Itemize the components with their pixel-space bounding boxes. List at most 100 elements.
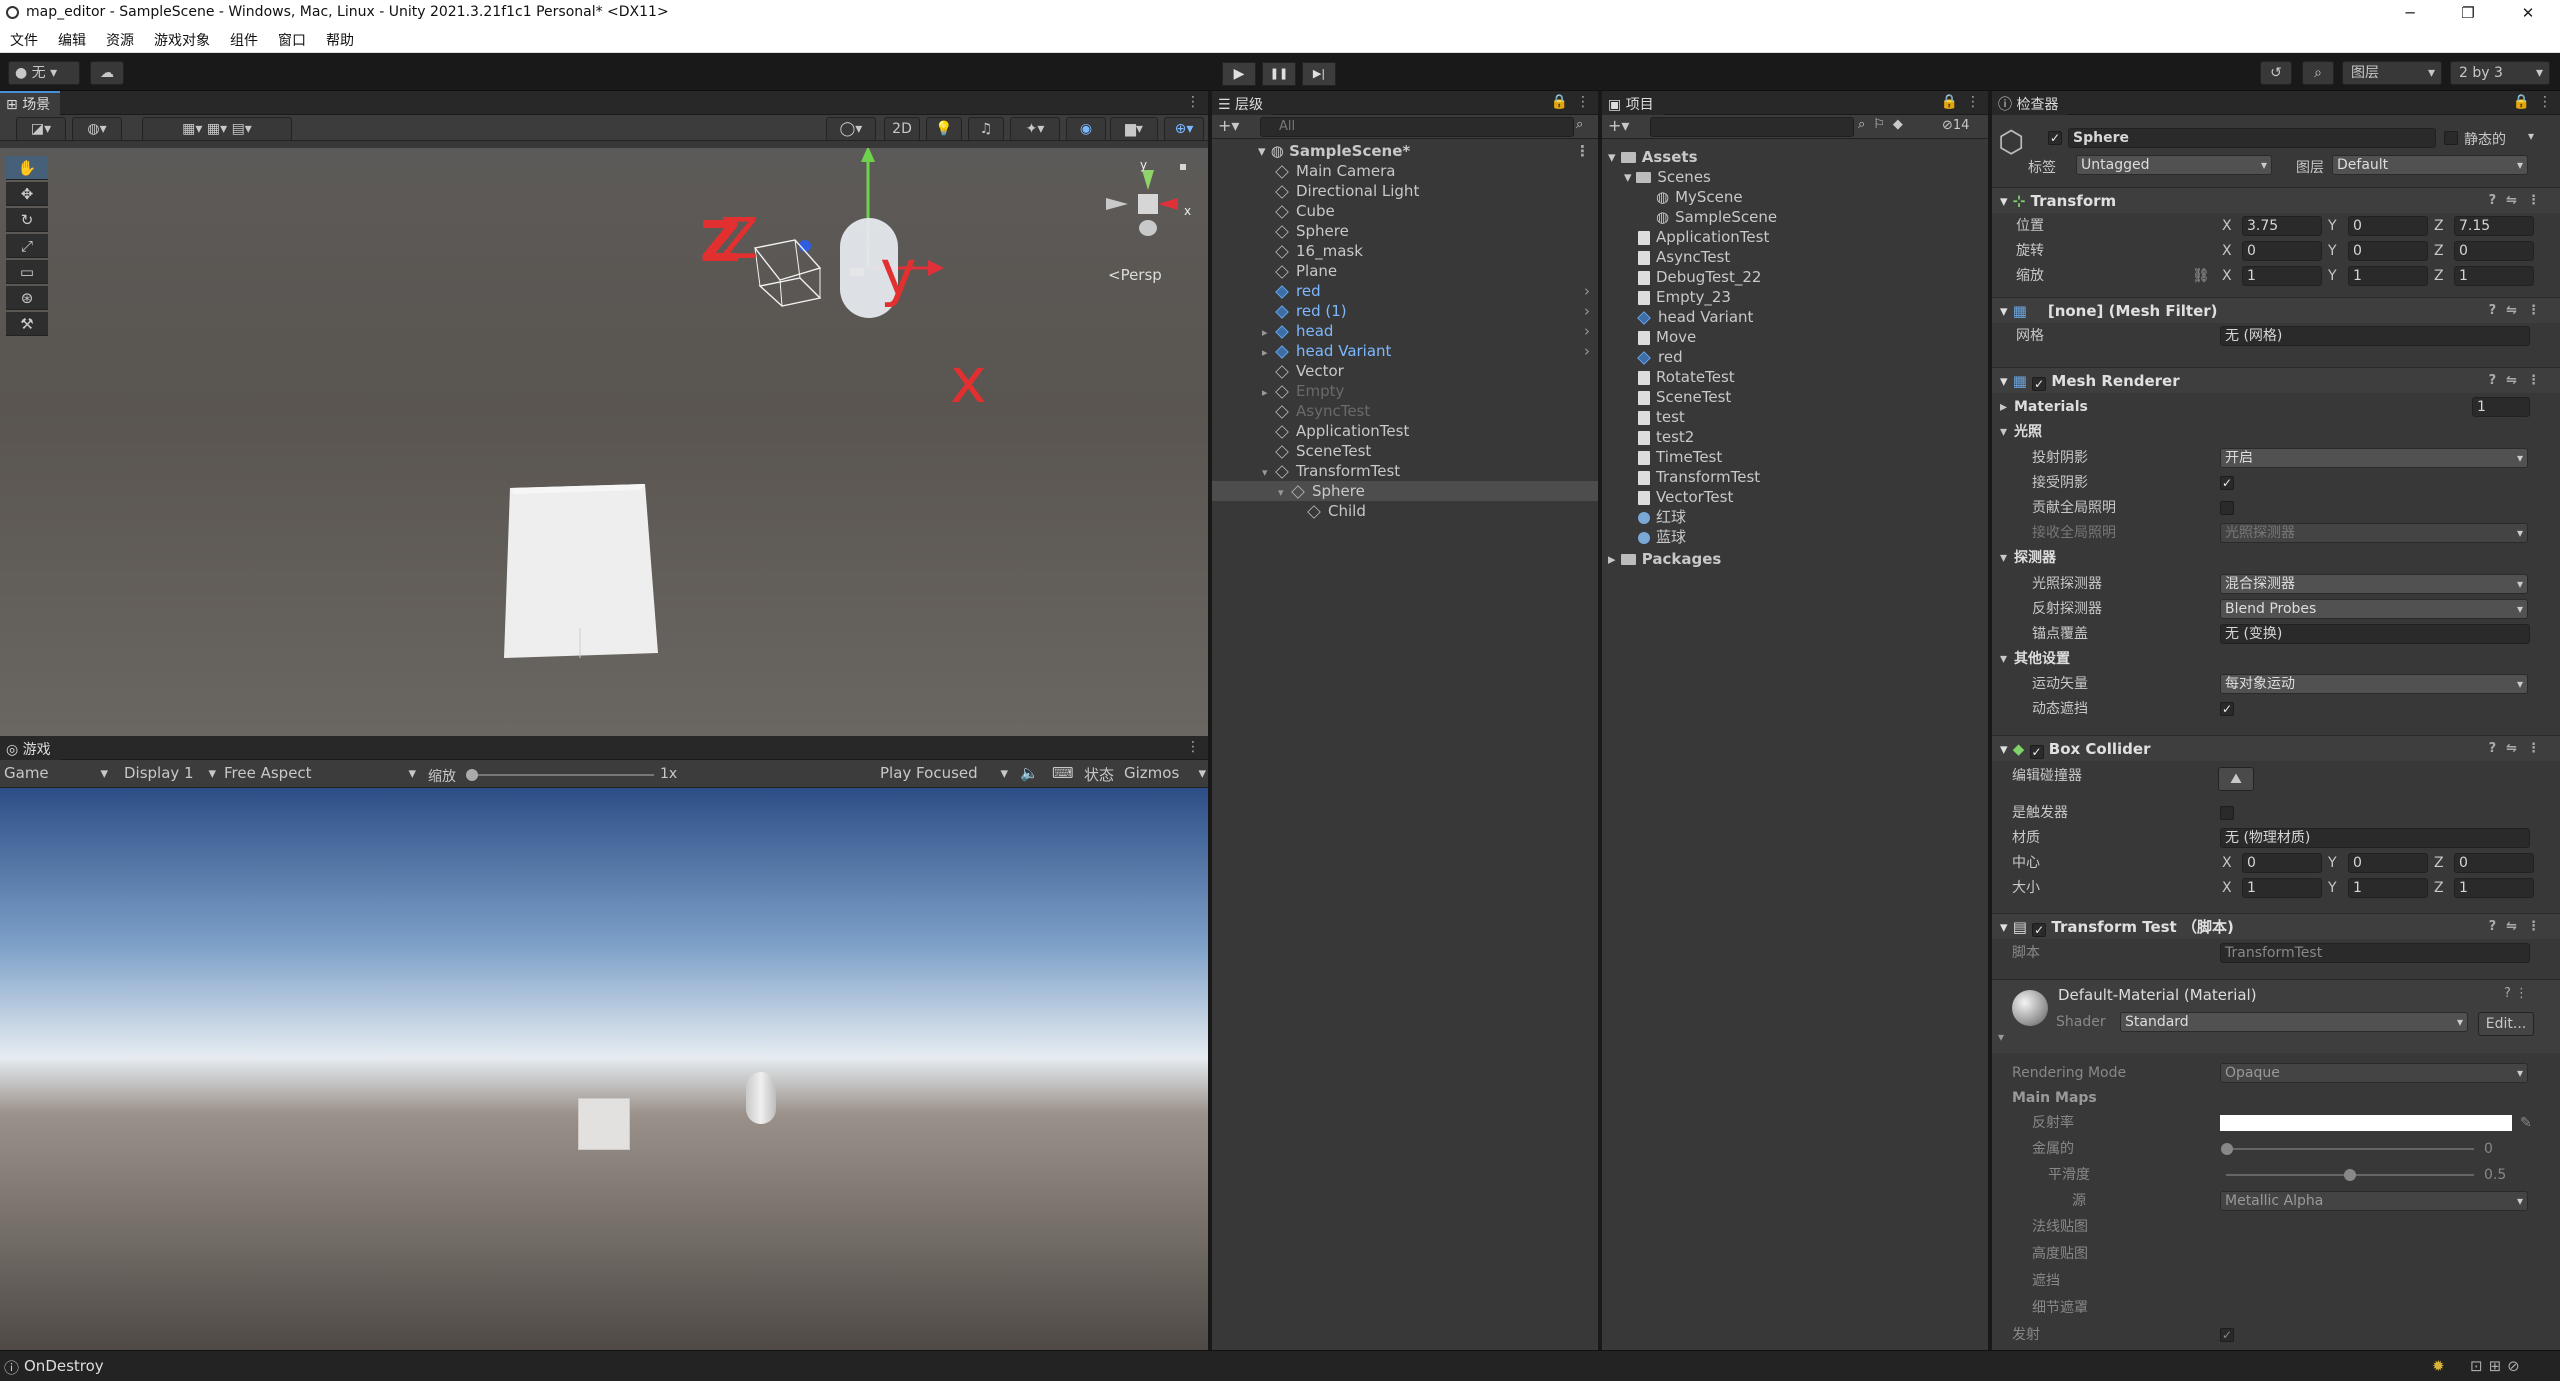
hand-tool-icon[interactable]: ✋ xyxy=(6,156,48,180)
hierarchy-item[interactable]: Directional Light xyxy=(1212,181,1598,201)
asset-item[interactable]: head Variant xyxy=(1637,307,1753,327)
mute-audio-icon[interactable]: 🔈 xyxy=(1020,764,1039,782)
is-trigger-checkbox[interactable] xyxy=(2220,806,2234,820)
effects-icon[interactable]: ✦▾ xyxy=(1010,117,1060,141)
account-dropdown[interactable]: ● 无 ▾ xyxy=(8,61,80,85)
asset-item[interactable]: Move xyxy=(1638,327,1696,347)
play-focus-dropdown[interactable]: Play Focused ▾ xyxy=(880,764,1008,782)
hierarchy-lock-icon[interactable]: 🔒 xyxy=(1551,94,1568,110)
asset-item[interactable]: TimeTest xyxy=(1638,447,1722,467)
albedo-color-swatch[interactable] xyxy=(2220,1115,2512,1131)
hierarchy-item[interactable]: Sphere xyxy=(1212,221,1598,241)
cloud-icon[interactable]: ☁ xyxy=(90,61,124,85)
rect-tool-icon[interactable]: ▭ xyxy=(6,260,48,284)
display-dropdown[interactable]: Display 1 ▾ xyxy=(124,764,216,782)
rotation-x-field[interactable]: 0 xyxy=(2242,241,2322,261)
menu-gameobject[interactable]: 游戏对象 xyxy=(144,26,220,50)
hierarchy-item[interactable]: ApplicationTest xyxy=(1212,421,1598,441)
smoothness-slider[interactable] xyxy=(2226,1169,2474,1181)
center-x-field[interactable]: 0 xyxy=(2242,853,2322,873)
box-collider-header[interactable]: ▾ ◆ ✓ Box Collider ?⇋⋮ xyxy=(1992,735,2560,761)
shading-icon[interactable]: ◯▾ xyxy=(826,117,876,141)
pause-button[interactable]: ❚❚ xyxy=(1262,62,1296,86)
emission-checkbox[interactable]: ✓ xyxy=(2220,1328,2234,1342)
gizmos-dropdown[interactable]: Gizmos ▾ xyxy=(1124,764,1206,782)
cast-shadows-dropdown[interactable]: 开启 xyxy=(2220,448,2528,468)
stats-button[interactable]: 状态 xyxy=(1084,764,1114,785)
normal-map-row[interactable]: 法线贴图 xyxy=(1992,1216,2560,1238)
shader-dropdown[interactable]: Standard xyxy=(2120,1012,2468,1032)
source-dropdown[interactable]: Metallic Alpha xyxy=(2220,1191,2528,1211)
project-menu-icon[interactable]: ⋮ xyxy=(1966,94,1980,110)
tab-scene[interactable]: ⊞ 场景 xyxy=(0,91,61,115)
asset-item[interactable]: Empty_23 xyxy=(1638,287,1731,307)
height-map-row[interactable]: 高度贴图 xyxy=(1992,1243,2560,1265)
dynamic-occlusion-checkbox[interactable]: ✓ xyxy=(2220,702,2234,716)
hierarchy-item[interactable]: red (1) › xyxy=(1212,301,1598,321)
status-message[interactable]: OnDestroy xyxy=(24,1357,104,1375)
active-checkbox[interactable]: ✓ xyxy=(2048,131,2062,145)
asset-item[interactable]: red xyxy=(1637,347,1683,367)
gizmos-icon[interactable]: ⊕▾ xyxy=(1164,117,1204,141)
asset-item[interactable]: 红球 xyxy=(1638,507,1686,527)
asset-item[interactable]: TransformTest xyxy=(1638,467,1760,487)
eyedropper-icon[interactable]: ✎ xyxy=(2520,1112,2532,1134)
size-z-field[interactable]: 1 xyxy=(2454,878,2534,898)
keyboard-icon[interactable]: ⌨ xyxy=(1052,764,1074,782)
hierarchy-menu-icon[interactable]: ⋮ xyxy=(1576,94,1590,110)
scene-menu-icon[interactable]: ⋮ xyxy=(1186,94,1200,110)
hierarchy-item[interactable]: AsyncTest xyxy=(1212,401,1598,421)
rendering-mode-dropdown[interactable]: Opaque xyxy=(2220,1063,2528,1083)
layer-dropdown[interactable]: Default xyxy=(2332,155,2528,175)
metallic-value[interactable]: 0 xyxy=(2484,1138,2493,1160)
projection-label[interactable]: <Persp xyxy=(1108,266,1162,284)
scene-asset[interactable]: ◍ SampleScene xyxy=(1656,207,1777,227)
smoothness-value[interactable]: 0.5 xyxy=(2484,1164,2506,1186)
position-x-field[interactable]: 3.75 xyxy=(2242,216,2322,236)
hierarchy-add-button[interactable]: +▾ xyxy=(1218,116,1239,135)
open-prefab-icon[interactable]: › xyxy=(1584,341,1590,361)
static-dropdown-icon[interactable]: ▾ xyxy=(2528,129,2534,143)
transform-header[interactable]: ▾ ⊹ Transform ?⇋⋮ xyxy=(1992,187,2560,213)
script-enabled-checkbox[interactable]: ✓ xyxy=(2032,923,2047,937)
asset-item[interactable]: test2 xyxy=(1638,427,1694,447)
play-button[interactable]: ▶ xyxy=(1222,62,1256,86)
game-menu-icon[interactable]: ⋮ xyxy=(1186,739,1200,755)
project-search-input[interactable] xyxy=(1650,117,1854,137)
lighting-icon[interactable]: 💡 xyxy=(926,117,962,141)
collider-material-field[interactable]: 无 (物理材质) xyxy=(2220,828,2530,848)
visibility-icon[interactable]: ◉ xyxy=(1066,117,1106,141)
tab-project[interactable]: ▣ 项目 xyxy=(1602,91,1664,115)
layers-dropdown[interactable]: 图层 ▾ xyxy=(2342,61,2442,85)
constrain-proportions-icon[interactable]: ⛓ xyxy=(2192,265,2210,287)
material-menu-icons[interactable]: ? ⋮ xyxy=(2504,986,2528,1001)
toggle-2d-button[interactable]: 2D xyxy=(884,117,920,141)
grid-snap-icon[interactable]: ▦▾ ▦▾ ▤▾ xyxy=(142,117,292,141)
receive-shadows-checkbox[interactable]: ✓ xyxy=(2220,476,2234,490)
mesh-renderer-enabled-checkbox[interactable]: ✓ xyxy=(2032,377,2047,391)
box-collider-enabled-checkbox[interactable]: ✓ xyxy=(2029,745,2044,759)
lighting-status-icon[interactable]: ✹ xyxy=(2432,1357,2445,1375)
other-settings-section[interactable]: ▾ 其他设置 xyxy=(1992,648,2560,670)
aspect-dropdown[interactable]: Free Aspect ▾ xyxy=(224,764,416,782)
materials-count[interactable]: 1 xyxy=(2472,397,2530,417)
reflection-probes-dropdown[interactable]: Blend Probes xyxy=(2220,599,2528,619)
occlusion-row[interactable]: 遮挡 xyxy=(1992,1270,2560,1292)
edit-collider-button[interactable]: ⛰ xyxy=(2218,767,2254,791)
rotation-z-field[interactable]: 0 xyxy=(2454,241,2534,261)
asset-item[interactable]: 蓝球 xyxy=(1638,527,1686,547)
layout-dropdown[interactable]: 2 by 3 ▾ xyxy=(2450,61,2550,85)
orientation-gizmo[interactable] xyxy=(1098,154,1198,254)
lighting-section[interactable]: ▾ 光照 xyxy=(1992,421,2560,443)
hierarchy-item[interactable]: Main Camera xyxy=(1212,161,1598,181)
inspector-lock-icon[interactable]: 🔒 xyxy=(2513,94,2530,110)
assets-folder[interactable]: ▾ Assets xyxy=(1608,147,1698,167)
hierarchy-item[interactable]: SceneTest xyxy=(1212,441,1598,461)
menu-window[interactable]: 窗口 xyxy=(268,26,316,50)
mesh-renderer-header[interactable]: ▾ ▦ ✓ Mesh Renderer ?⇋⋮ xyxy=(1992,367,2560,393)
material-header[interactable]: Default-Material (Material) ? ⋮ Shader S… xyxy=(1992,979,2560,1053)
game-viewport[interactable] xyxy=(0,788,1208,1350)
step-button[interactable]: ▶| xyxy=(1302,62,1336,86)
mesh-renderer-menu-icons[interactable]: ?⇋⋮ xyxy=(2489,368,2550,394)
scene-menu-dots-icon[interactable]: ⋮ xyxy=(1575,141,1590,161)
